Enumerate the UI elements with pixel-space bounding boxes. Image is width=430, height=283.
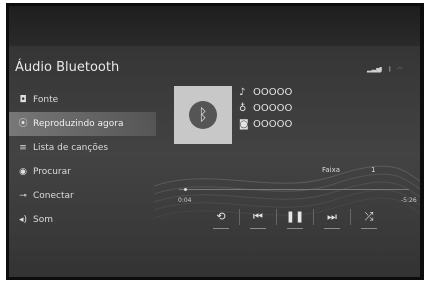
pause-button[interactable]: ❚❚ (283, 208, 307, 229)
wave-decoration (154, 165, 420, 219)
battery-icon: ▮ (379, 66, 383, 73)
side-menu: ◘ Fonte ⦿ Reproduzindo agora ≡ Lista de … (9, 88, 156, 232)
menu-item-reproduzindo-agora[interactable]: ⦿ Reproduzindo agora (9, 112, 156, 136)
progress-bar[interactable] (179, 188, 409, 191)
menu-item-conectar[interactable]: ⊸ Conectar (9, 184, 156, 208)
repeat-button[interactable]: ⟲ (209, 208, 233, 229)
browse-icon: ◉ (19, 167, 27, 177)
album-art: ᛒ (174, 86, 232, 144)
menu-item-label: Reproduzindo agora (33, 119, 124, 129)
menu-item-label: Som (33, 215, 53, 225)
head-unit-display: Áudio Bluetooth ▂▃▅ ▮ ᛒ ◠ ◘ Fonte ⦿ Repr… (6, 3, 424, 280)
menu-item-label: Procurar (33, 167, 71, 177)
track-album-row: ◙ OOOOO (239, 119, 292, 131)
artist-icon: ♁ (239, 103, 247, 114)
next-button[interactable]: ⏭ (320, 208, 344, 229)
remaining-time: -5:26 (401, 197, 417, 204)
menu-item-label: Lista de canções (33, 143, 109, 153)
now-playing-icon: ⦿ (18, 119, 28, 129)
top-band (9, 6, 420, 46)
track-title-row: ♪ OOOOO (239, 87, 292, 99)
elapsed-time: 0:04 (178, 197, 192, 204)
screen-title: Áudio Bluetooth (15, 60, 120, 75)
bluetooth-audio-screen: Áudio Bluetooth ▂▃▅ ▮ ᛒ ◠ ◘ Fonte ⦿ Repr… (9, 6, 420, 277)
menu-item-label: Conectar (33, 191, 74, 201)
menu-item-procurar[interactable]: ◉ Procurar (9, 160, 156, 184)
menu-item-lista-de-cancoes[interactable]: ≡ Lista de canções (9, 136, 156, 160)
track-title: OOOOO (253, 87, 293, 98)
previous-button[interactable]: ⏮ (246, 208, 270, 229)
connect-icon: ⊸ (19, 191, 27, 201)
menu-item-som[interactable]: ◂) Som (9, 208, 156, 232)
faixa-number: 1 (371, 166, 376, 174)
pause-icon: ❚❚ (285, 210, 305, 223)
shuffle-icon: ⤮ (364, 210, 374, 223)
sound-icon: ◂) (18, 215, 28, 225)
next-icon: ⏭ (327, 210, 337, 223)
track-artist: OOOOO (253, 103, 293, 114)
bluetooth-icon: ᛒ (388, 66, 392, 73)
menu-item-fonte[interactable]: ◘ Fonte (9, 88, 156, 112)
progress-handle[interactable] (183, 188, 187, 191)
shuffle-button[interactable]: ⤮ (357, 208, 381, 229)
previous-icon: ⏮ (253, 210, 263, 223)
playlist-icon: ≡ (19, 143, 27, 153)
track-album: OOOOO (253, 119, 293, 130)
source-icon: ◘ (19, 95, 27, 105)
album-icon: ◙ (239, 119, 249, 130)
repeat-icon: ⟲ (216, 210, 226, 223)
menu-item-label: Fonte (33, 95, 59, 105)
wifi-icon: ◠ (397, 66, 403, 73)
music-note-icon: ♪ (239, 87, 246, 98)
track-artist-row: ♁ OOOOO (239, 103, 292, 115)
faixa-label: Faixa (322, 166, 341, 174)
bluetooth-icon: ᛒ (189, 101, 217, 129)
